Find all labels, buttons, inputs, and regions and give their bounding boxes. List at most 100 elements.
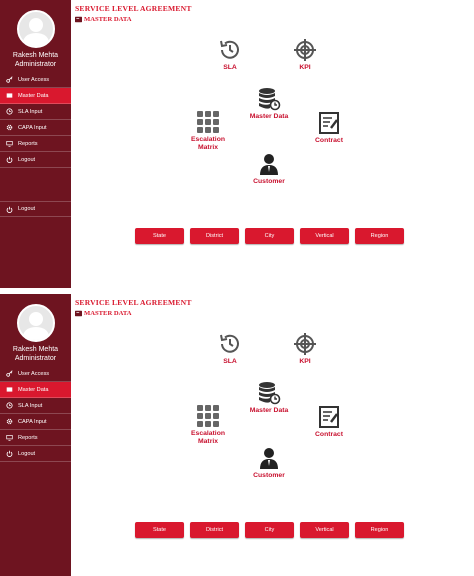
- filter-button-row: State District City Vertical Region: [135, 522, 410, 538]
- avatar[interactable]: [17, 304, 55, 342]
- district-button[interactable]: District: [190, 522, 239, 538]
- filter-button-row: State District City Vertical Region: [135, 228, 410, 244]
- tile-label: Customer: [253, 472, 285, 479]
- user-name: Rakesh Mehta: [12, 346, 59, 353]
- tile-label: SLA: [223, 358, 237, 365]
- user-silhouette-icon: [22, 312, 50, 340]
- sidebar-item-logout[interactable]: Logout: [0, 446, 71, 462]
- sidebar-menu: User Access Master Data SLA Input CAPA I…: [0, 366, 71, 462]
- gear-icon: [4, 417, 14, 427]
- folder-icon: [75, 16, 82, 23]
- sidebar-menu: User Access Master Data SLA Input CAPA I…: [0, 72, 71, 168]
- sidebar-item-label: Logout: [18, 156, 36, 163]
- grid-icon: [197, 405, 219, 427]
- target-icon: [294, 39, 316, 61]
- sidebar-item-capa-input[interactable]: CAPA Input: [0, 120, 71, 136]
- tile-kpi[interactable]: KPI: [270, 332, 340, 366]
- tile-kpi[interactable]: KPI: [270, 38, 340, 72]
- tile-sla[interactable]: SLA: [195, 332, 265, 366]
- folder-icon: [75, 310, 82, 317]
- tile-label: Escalation Matrix: [191, 136, 225, 151]
- sidebar-item-master-data[interactable]: Master Data: [0, 88, 71, 104]
- tile-label: KPI: [299, 358, 311, 365]
- sidebar-item-label: Logout: [18, 206, 36, 212]
- district-button[interactable]: District: [190, 228, 239, 244]
- sidebar-item-label: CAPA Input: [18, 124, 47, 131]
- sidebar-item-logout[interactable]: Logout: [0, 152, 71, 168]
- monitor-icon: [4, 139, 14, 149]
- sidebar-item-label: Logout: [18, 450, 36, 457]
- sidebar: Rakesh Mehta Administrator User Access M…: [0, 294, 71, 576]
- target-icon: [294, 333, 316, 355]
- sidebar-item-label: Master Data: [18, 386, 49, 393]
- sidebar-item-sla-input[interactable]: SLA Input: [0, 398, 71, 414]
- contract-icon: [319, 406, 339, 428]
- power-icon: [4, 449, 14, 459]
- sidebar-item-label: User Access: [18, 76, 50, 83]
- page-title: SERVICE LEVEL AGREEMENT: [75, 4, 192, 13]
- monitor-icon: [4, 433, 14, 443]
- sidebar-item-reports[interactable]: Reports: [0, 136, 71, 152]
- city-button[interactable]: City: [245, 522, 294, 538]
- user-silhouette-icon: [22, 18, 50, 46]
- vertical-button[interactable]: Vertical: [300, 522, 349, 538]
- user-name: Rakesh Mehta: [12, 52, 59, 59]
- grid-icon: [197, 111, 219, 133]
- sidebar-item-user-access[interactable]: User Access: [0, 72, 71, 88]
- tile-label: KPI: [299, 64, 311, 71]
- history-icon: [220, 40, 239, 59]
- screen-2: Rakesh Mehta Administrator User Access M…: [0, 294, 474, 576]
- tile-escalation-matrix[interactable]: Escalation Matrix: [173, 110, 243, 152]
- user-role: Administrator: [14, 61, 57, 68]
- section-title: MASTER DATA: [75, 310, 132, 317]
- key-icon: [4, 75, 14, 85]
- folder-icon: [4, 385, 14, 395]
- sidebar-item-reports[interactable]: Reports: [0, 430, 71, 446]
- power-icon: [4, 155, 14, 165]
- sidebar-item-label: Reports: [18, 434, 38, 441]
- sidebar: Rakesh Mehta Administrator User Access M…: [0, 0, 71, 288]
- clock-icon: [4, 401, 14, 411]
- vertical-button[interactable]: Vertical: [300, 228, 349, 244]
- user-role: Administrator: [14, 355, 57, 362]
- gear-icon: [4, 123, 14, 133]
- history-icon: [220, 334, 239, 353]
- power-icon: [4, 204, 14, 214]
- tile-escalation-matrix[interactable]: Escalation Matrix: [173, 404, 243, 446]
- sidebar-item-label: Master Data: [18, 92, 49, 99]
- person-icon: [260, 448, 278, 469]
- section-title: MASTER DATA: [75, 16, 132, 23]
- state-button[interactable]: State: [135, 228, 184, 244]
- database-sync-icon: [259, 382, 281, 405]
- tile-label: Contract: [315, 137, 343, 144]
- tile-label: Contract: [315, 431, 343, 438]
- tile-customer[interactable]: Customer: [234, 446, 304, 480]
- clock-icon: [4, 107, 14, 117]
- section-title-label: MASTER DATA: [84, 310, 132, 317]
- sidebar-item-user-access[interactable]: User Access: [0, 366, 71, 382]
- tile-sla[interactable]: SLA: [195, 38, 265, 72]
- tile-label: Customer: [253, 178, 285, 185]
- region-button[interactable]: Region: [355, 228, 404, 244]
- sidebar-item-master-data[interactable]: Master Data: [0, 382, 71, 398]
- sidebar-item-capa-input[interactable]: CAPA Input: [0, 414, 71, 430]
- tile-label: SLA: [223, 64, 237, 71]
- person-icon: [260, 154, 278, 175]
- city-button[interactable]: City: [245, 228, 294, 244]
- database-sync-icon: [259, 88, 281, 111]
- sidebar-item-sla-input[interactable]: SLA Input: [0, 104, 71, 120]
- tile-label: Escalation Matrix: [191, 430, 225, 445]
- tile-contract[interactable]: Contract: [294, 111, 364, 145]
- sidebar-item-label: CAPA Input: [18, 418, 47, 425]
- section-title-label: MASTER DATA: [84, 16, 132, 23]
- tile-contract[interactable]: Contract: [294, 405, 364, 439]
- contract-icon: [319, 112, 339, 134]
- folder-icon: [4, 91, 14, 101]
- avatar[interactable]: [17, 10, 55, 48]
- tile-customer[interactable]: Customer: [234, 152, 304, 186]
- sidebar-item-logout-bottom[interactable]: Logout: [0, 201, 71, 217]
- region-button[interactable]: Region: [355, 522, 404, 538]
- state-button[interactable]: State: [135, 522, 184, 538]
- sidebar-item-label: SLA Input: [18, 108, 43, 115]
- page-title: SERVICE LEVEL AGREEMENT: [75, 298, 192, 307]
